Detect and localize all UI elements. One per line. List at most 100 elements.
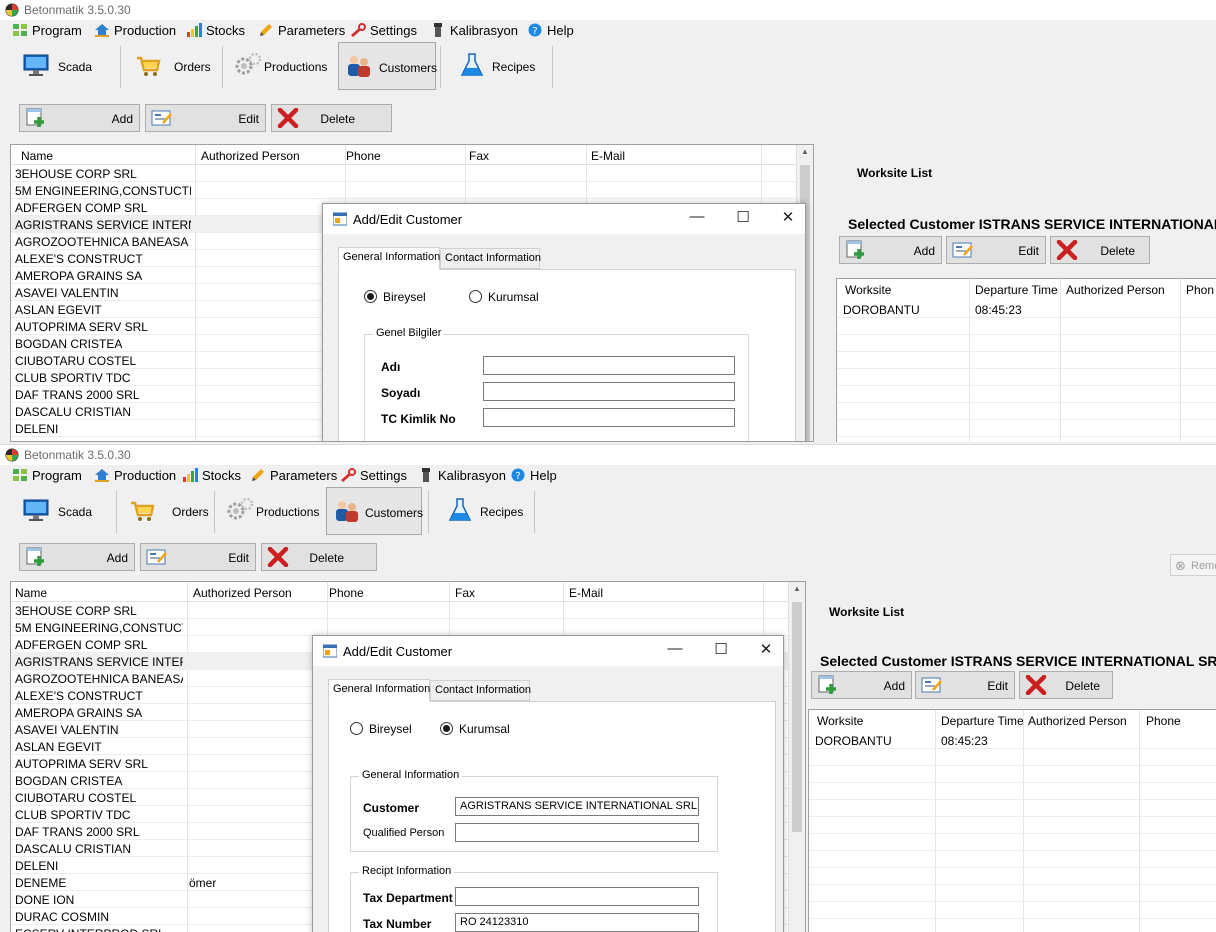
add-customer-button[interactable]: Add [19, 543, 135, 571]
table-row[interactable] [809, 817, 1216, 834]
menu-production[interactable]: Production [94, 467, 176, 485]
edit-customer-button[interactable]: Edit [145, 104, 266, 132]
radio-bireysel-indicator[interactable] [350, 722, 363, 735]
column-phone[interactable]: Phon [1186, 283, 1214, 297]
column-authorized-person[interactable]: Authorized Person [193, 586, 292, 600]
column-phone[interactable]: Phone [1146, 714, 1181, 728]
menu-settings[interactable]: Settings [340, 467, 407, 485]
tab-contact-information[interactable]: Contact Information [440, 248, 541, 269]
column-departure-time[interactable]: Departure Time [975, 283, 1058, 297]
module-orders[interactable]: Orders [128, 42, 214, 90]
table-row[interactable] [809, 902, 1216, 919]
menu-parameters[interactable]: Parameters [258, 22, 345, 40]
column-authorized-person[interactable]: Authorized Person [201, 149, 300, 163]
delete-worksite-button[interactable]: Delete [1050, 236, 1150, 264]
tax-department-input[interactable] [455, 887, 699, 906]
column-fax[interactable]: Fax [469, 149, 489, 163]
column-authorized-person[interactable]: Authorized Person [1028, 714, 1127, 728]
column-email[interactable]: E-Mail [591, 149, 625, 163]
column-phone[interactable]: Phone [329, 586, 364, 600]
radio-kurumsal[interactable]: Kurumsal [469, 290, 539, 304]
table-row[interactable] [837, 386, 1216, 403]
qualified-person-input[interactable] [455, 823, 699, 842]
module-scada[interactable]: Scada [16, 487, 112, 535]
table-row[interactable]: DOROBANTU 08:45:23 [837, 301, 1216, 318]
column-fax[interactable]: Fax [455, 586, 475, 600]
table-row[interactable] [837, 420, 1216, 437]
module-customers[interactable]: Customers [326, 487, 423, 535]
table-row[interactable] [809, 868, 1216, 885]
table-row[interactable] [809, 800, 1216, 817]
column-phone[interactable]: Phone [346, 149, 381, 163]
worksite-grid[interactable]: Worksite Departure Time Authorized Perso… [808, 709, 1216, 932]
table-row[interactable]: 3EHOUSE CORP SRL [11, 602, 805, 619]
scroll-up-icon[interactable]: ▲ [801, 147, 809, 156]
delete-customer-button[interactable]: Delete [261, 543, 377, 571]
delete-customer-button[interactable]: Delete [271, 104, 392, 132]
delete-worksite-button[interactable]: Delete [1019, 671, 1113, 699]
tab-general-information[interactable]: General Information [328, 679, 430, 702]
menu-program[interactable]: Program [12, 22, 82, 40]
add-customer-button[interactable]: Add [19, 104, 140, 132]
minimize-icon[interactable]: — [687, 208, 707, 225]
customer-grid-scrollbar[interactable]: ▲ [788, 582, 805, 932]
module-recipes[interactable]: Recipes [440, 487, 530, 535]
adi-input[interactable] [483, 356, 735, 375]
column-authorized-person[interactable]: Authorized Person [1066, 283, 1165, 297]
table-row[interactable] [837, 403, 1216, 420]
module-productions[interactable]: Productions [220, 487, 324, 535]
edit-worksite-button[interactable]: Edit [946, 236, 1046, 264]
close-icon[interactable]: ✕ [778, 208, 798, 226]
remove-button[interactable]: ⊗ Remo [1170, 554, 1216, 576]
menu-kalibrasyon[interactable]: Kalibrasyon [430, 22, 518, 40]
menu-parameters[interactable]: Parameters [250, 467, 337, 485]
table-row[interactable] [837, 369, 1216, 386]
radio-bireysel[interactable]: Bireysel [364, 290, 426, 304]
radio-kurumsal[interactable]: Kurumsal [440, 722, 510, 736]
edit-worksite-button[interactable]: Edit [915, 671, 1015, 699]
maximize-icon[interactable]: ☐ [711, 640, 731, 658]
scrollbar-thumb[interactable] [792, 602, 802, 832]
tab-general-information[interactable]: General Information [338, 247, 440, 270]
table-row[interactable] [809, 783, 1216, 800]
maximize-icon[interactable]: ☐ [733, 208, 753, 226]
tax-number-input[interactable]: RO 24123310 [455, 913, 699, 932]
menu-settings[interactable]: Settings [350, 22, 417, 40]
radio-kurumsal-indicator[interactable] [469, 290, 482, 303]
table-row[interactable] [809, 919, 1216, 932]
close-icon[interactable]: ✕ [756, 640, 776, 658]
customer-input[interactable]: AGRISTRANS SERVICE INTERNATIONAL SRL [455, 797, 699, 816]
table-row[interactable] [809, 749, 1216, 766]
menu-help[interactable]: ? Help [527, 22, 574, 40]
soyadi-input[interactable] [483, 382, 735, 401]
column-email[interactable]: E-Mail [569, 586, 603, 600]
menu-stocks[interactable]: Stocks [186, 22, 245, 40]
add-worksite-button[interactable]: Add [839, 236, 942, 264]
edit-customer-button[interactable]: Edit [140, 543, 256, 571]
module-recipes[interactable]: Recipes [452, 42, 548, 90]
table-row[interactable] [837, 352, 1216, 369]
module-orders[interactable]: Orders [122, 487, 212, 535]
radio-bireysel-indicator[interactable] [364, 290, 377, 303]
table-row[interactable] [837, 318, 1216, 335]
worksite-grid[interactable]: Worksite Departure Time Authorized Perso… [836, 278, 1216, 442]
menu-stocks[interactable]: Stocks [182, 467, 241, 485]
radio-kurumsal-indicator[interactable] [440, 722, 453, 735]
minimize-icon[interactable]: — [665, 640, 685, 657]
column-worksite[interactable]: Worksite [817, 714, 863, 728]
menu-production[interactable]: Production [94, 22, 176, 40]
column-departure-time[interactable]: Departure Time [941, 714, 1024, 728]
scroll-up-icon[interactable]: ▲ [793, 584, 801, 593]
table-row[interactable]: DOROBANTU 08:45:23 [809, 732, 1216, 749]
table-row[interactable] [809, 851, 1216, 868]
tab-contact-information[interactable]: Contact Information [430, 680, 531, 701]
module-customers[interactable]: Customers [338, 42, 437, 90]
table-row[interactable] [837, 335, 1216, 352]
radio-bireysel[interactable]: Bireysel [350, 722, 412, 736]
table-row[interactable]: 5M ENGINEERING,CONSTUCTI... [11, 619, 805, 636]
column-name[interactable]: Name [21, 149, 53, 163]
menu-program[interactable]: Program [12, 467, 82, 485]
module-scada[interactable]: Scada [16, 42, 112, 90]
menu-kalibrasyon[interactable]: Kalibrasyon [418, 467, 506, 485]
menu-help[interactable]: ? Help [510, 467, 557, 485]
